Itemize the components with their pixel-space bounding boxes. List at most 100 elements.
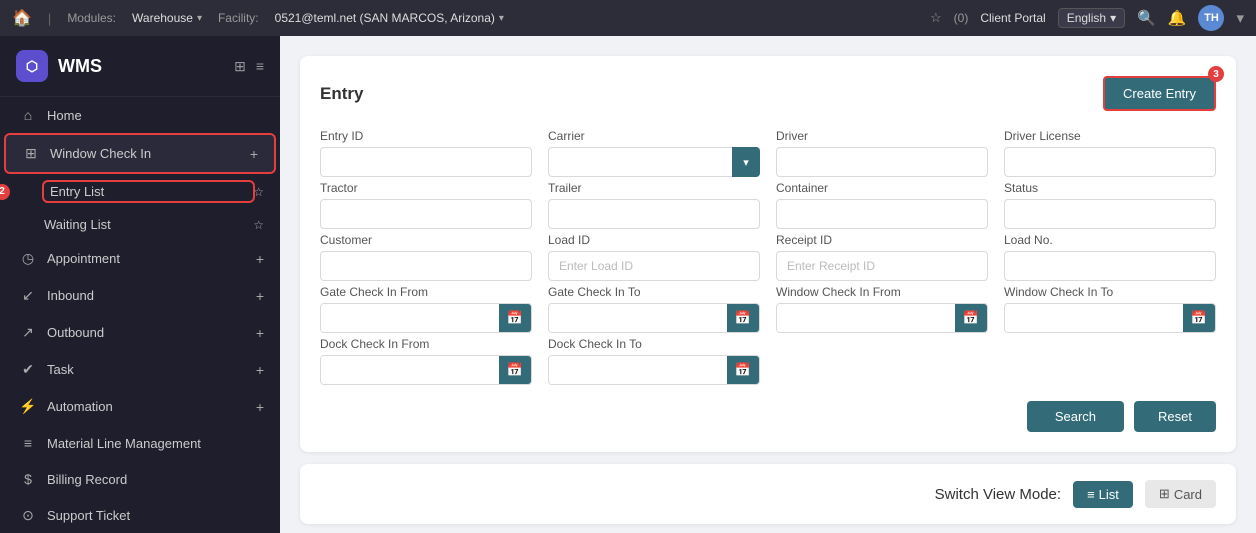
modules-dropdown[interactable]: Warehouse ▾ [132, 11, 202, 25]
customer-input[interactable] [320, 251, 532, 281]
sidebar-logo: ⬡ WMS ⊞ ≡ [0, 36, 280, 97]
home-nav-icon: ⌂ [19, 107, 37, 123]
inbound-plus-icon[interactable]: + [256, 288, 264, 304]
task-icon: ✔ [19, 361, 37, 378]
form-actions: Search Reset [320, 401, 1216, 432]
tractor-input[interactable] [320, 199, 532, 229]
support-icon: ⊙ [19, 507, 37, 524]
gate-check-in-from-wrapper: 📅 [320, 303, 532, 333]
window-check-in-from-calendar-icon[interactable]: 📅 [955, 304, 987, 332]
gate-check-in-to-calendar-icon[interactable]: 📅 [727, 304, 759, 332]
dock-check-in-from-calendar-icon[interactable]: 📅 [499, 356, 531, 384]
carrier-select[interactable] [548, 147, 760, 177]
facility-dropdown[interactable]: 0521@teml.net (SAN MARCOS, Arizona) ▾ [275, 11, 504, 25]
home-icon[interactable]: 🏠 [12, 8, 32, 28]
sidebar-item-material-line[interactable]: ≡ Material Line Management [0, 425, 280, 461]
window-check-in-to-calendar-icon[interactable]: 📅 [1183, 304, 1215, 332]
load-id-input[interactable] [548, 251, 760, 281]
dock-check-in-to-input[interactable] [549, 356, 727, 384]
sidebar-item-outbound[interactable]: ↗ Outbound + [0, 314, 280, 351]
entry-title: Entry [320, 84, 363, 104]
sidebar-item-home[interactable]: ⌂ Home [0, 97, 280, 133]
card-view-button[interactable]: ⊞ Card [1145, 480, 1216, 508]
logo-icon: ⬡ [16, 50, 48, 82]
window-check-in-plus-icon[interactable]: + [250, 146, 258, 162]
receipt-id-label: Receipt ID [776, 233, 988, 247]
content-area: Entry 3 Create Entry Entry ID Carrier ▾ [280, 36, 1256, 533]
client-portal-link[interactable]: Client Portal [980, 11, 1045, 25]
load-no-label: Load No. [1004, 233, 1216, 247]
menu-icon[interactable]: ≡ [256, 58, 264, 75]
entry-card: Entry 3 Create Entry Entry ID Carrier ▾ [300, 56, 1236, 452]
gate-check-in-from-calendar-icon[interactable]: 📅 [499, 304, 531, 332]
sidebar-item-appointment[interactable]: ◷ Appointment + [0, 240, 280, 277]
driver-license-field: Driver License [1004, 129, 1216, 177]
status-input[interactable] [1004, 199, 1216, 229]
window-check-in-to-input[interactable] [1005, 304, 1183, 332]
sidebar-item-billing[interactable]: $ Billing Record [0, 461, 280, 497]
load-id-field: Load ID [548, 233, 760, 281]
trailer-input[interactable] [548, 199, 760, 229]
dock-check-in-to-wrapper: 📅 [548, 355, 760, 385]
inbound-icon: ↙ [19, 287, 37, 304]
window-check-in-to-wrapper: 📅 [1004, 303, 1216, 333]
load-no-input[interactable] [1004, 251, 1216, 281]
list-view-button[interactable]: ≡ List [1073, 481, 1133, 508]
form-row-4: Gate Check In From 📅 Gate Check In To 📅 … [320, 285, 1216, 333]
outbound-plus-icon[interactable]: + [256, 325, 264, 341]
reset-button[interactable]: Reset [1134, 401, 1216, 432]
bell-icon[interactable]: 🔔 [1168, 9, 1187, 27]
driver-label: Driver [776, 129, 988, 143]
entry-list-star-icon[interactable]: ☆ [253, 185, 264, 199]
modules-chevron-icon: ▾ [197, 13, 202, 24]
appointment-icon: ◷ [19, 250, 37, 267]
modules-label: Modules: [67, 11, 116, 25]
gate-check-in-to-field: Gate Check In To 📅 [548, 285, 760, 333]
driver-input[interactable] [776, 147, 988, 177]
form-row-2: Tractor Trailer Container Status [320, 181, 1216, 229]
main-layout: ⬡ WMS ⊞ ≡ ⌂ Home ⊞ Window Check In + 2 E… [0, 36, 1256, 533]
waiting-list-star-icon[interactable]: ☆ [253, 218, 264, 232]
sidebar-item-support[interactable]: ⊙ Support Ticket [0, 497, 280, 533]
sidebar-item-window-check-in[interactable]: ⊞ Window Check In + [6, 135, 274, 172]
sidebar-item-waiting-list[interactable]: Waiting List ☆ [0, 209, 280, 240]
driver-license-input[interactable] [1004, 147, 1216, 177]
favorites-star-icon[interactable]: ☆ [930, 10, 942, 26]
sidebar: ⬡ WMS ⊞ ≡ ⌂ Home ⊞ Window Check In + 2 E… [0, 36, 280, 533]
dock-check-in-to-calendar-icon[interactable]: 📅 [727, 356, 759, 384]
appointment-plus-icon[interactable]: + [256, 251, 264, 267]
window-check-in-from-input[interactable] [777, 304, 955, 332]
switch-view-label: Switch View Mode: [935, 486, 1061, 503]
list-view-icon: ≡ [1087, 487, 1095, 502]
gate-check-in-to-input[interactable] [549, 304, 727, 332]
search-icon[interactable]: 🔍 [1137, 9, 1156, 27]
avatar-chevron-icon[interactable]: ▾ [1236, 9, 1244, 27]
form-row-1: Entry ID Carrier ▾ Driver Driver License [320, 129, 1216, 177]
entry-id-input[interactable] [320, 147, 532, 177]
language-selector[interactable]: English ▾ [1058, 8, 1125, 28]
task-plus-icon[interactable]: + [256, 362, 264, 378]
customer-field: Customer [320, 233, 532, 281]
tractor-label: Tractor [320, 181, 532, 195]
dock-check-in-from-input[interactable] [321, 356, 499, 384]
tractor-field: Tractor [320, 181, 532, 229]
dock-check-in-from-field: Dock Check In From 📅 [320, 337, 532, 385]
sidebar-item-task[interactable]: ✔ Task + [0, 351, 280, 388]
container-input[interactable] [776, 199, 988, 229]
create-entry-button[interactable]: Create Entry [1103, 76, 1216, 111]
step2-badge: 2 [0, 184, 10, 200]
dock-check-in-from-wrapper: 📅 [320, 355, 532, 385]
receipt-id-input[interactable] [776, 251, 988, 281]
automation-plus-icon[interactable]: + [256, 399, 264, 415]
window-check-in-to-label: Window Check In To [1004, 285, 1216, 299]
sidebar-item-automation[interactable]: ⚡ Automation + [0, 388, 280, 425]
sidebar-item-entry-list[interactable]: 2 Entry List ☆ [0, 174, 280, 209]
search-button[interactable]: Search [1027, 401, 1124, 432]
top-nav-right: ☆ (0) Client Portal English ▾ 🔍 🔔 TH ▾ [930, 5, 1244, 31]
gate-check-in-from-input[interactable] [321, 304, 499, 332]
avatar[interactable]: TH [1198, 5, 1224, 31]
load-no-field: Load No. [1004, 233, 1216, 281]
grid-icon[interactable]: ⊞ [234, 58, 246, 75]
form-row-3: Customer Load ID Receipt ID Load No. [320, 233, 1216, 281]
sidebar-item-inbound[interactable]: ↙ Inbound + [0, 277, 280, 314]
